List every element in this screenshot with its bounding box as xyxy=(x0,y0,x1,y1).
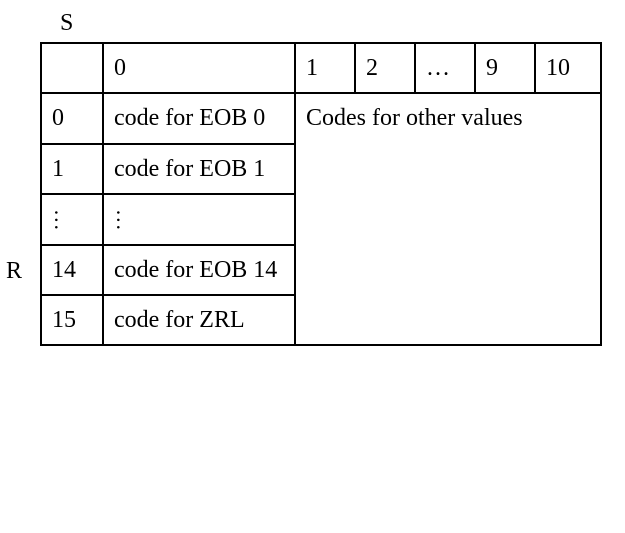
row-label-15: 15 xyxy=(41,295,103,345)
diagram-root: S R 0 1 2 … 9 10 0 code for EOB 0 Codes … xyxy=(0,0,625,533)
axis-label-r: R xyxy=(6,258,22,285)
vdots-icon: … xyxy=(109,209,139,233)
header-row: 0 1 2 … 9 10 xyxy=(41,43,601,93)
cell-other-values: Codes for other values xyxy=(295,93,601,345)
cell-eob-14: code for EOB 14 xyxy=(103,245,295,295)
col-dots: … xyxy=(415,43,475,93)
vdots-icon: … xyxy=(47,209,77,233)
cell-eob-1: code for EOB 1 xyxy=(103,144,295,194)
table-row: 0 code for EOB 0 Codes for other values xyxy=(41,93,601,143)
row-label-0: 0 xyxy=(41,93,103,143)
cell-vdots: … xyxy=(103,194,295,244)
col-2: 2 xyxy=(355,43,415,93)
col-0: 0 xyxy=(103,43,295,93)
cell-eob-0: code for EOB 0 xyxy=(103,93,295,143)
cell-zrl: code for ZRL xyxy=(103,295,295,345)
code-table: 0 1 2 … 9 10 0 code for EOB 0 Codes for … xyxy=(40,42,602,346)
header-stub xyxy=(41,43,103,93)
row-label-vdots: … xyxy=(41,194,103,244)
row-label-1: 1 xyxy=(41,144,103,194)
col-9: 9 xyxy=(475,43,535,93)
col-1: 1 xyxy=(295,43,355,93)
axis-label-s: S xyxy=(60,10,73,37)
row-label-14: 14 xyxy=(41,245,103,295)
col-10: 10 xyxy=(535,43,601,93)
